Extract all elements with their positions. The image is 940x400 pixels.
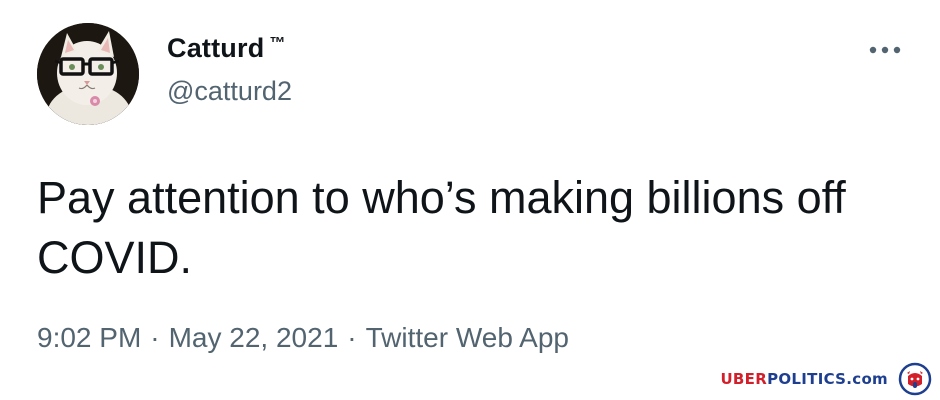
- meta-separator: ·: [347, 322, 357, 353]
- more-options-button[interactable]: [866, 38, 906, 62]
- author-handle[interactable]: @catturd2: [167, 76, 292, 107]
- meta-separator: ·: [150, 322, 160, 353]
- tweet-source[interactable]: Twitter Web App: [366, 322, 569, 353]
- more-options-icon: [869, 46, 901, 54]
- watermark-brand-suffix: .com: [846, 370, 888, 388]
- tweet-time[interactable]: 9:02 PM: [37, 322, 141, 353]
- watermark-text: UBERPOLITICS.com: [720, 370, 888, 388]
- tweet-metadata: 9:02 PM · May 22, 2021 · Twitter Web App: [37, 322, 569, 354]
- tweet-text: Pay attention to who’s making billions o…: [37, 172, 846, 283]
- author-display-name[interactable]: Catturd ™: [167, 33, 286, 64]
- cat-with-glasses-avatar-icon: [37, 23, 139, 125]
- watermark-brand-red: UBER: [720, 370, 768, 388]
- watermark-brand-blue: POLITICS: [767, 370, 847, 388]
- elephant-circle-logo-icon: [898, 362, 932, 396]
- trademark-symbol: ™: [269, 35, 286, 52]
- avatar[interactable]: [37, 23, 139, 125]
- tweet-date[interactable]: May 22, 2021: [169, 322, 339, 353]
- display-name-text: Catturd: [167, 33, 265, 63]
- watermark: UBERPOLITICS.com: [720, 362, 932, 396]
